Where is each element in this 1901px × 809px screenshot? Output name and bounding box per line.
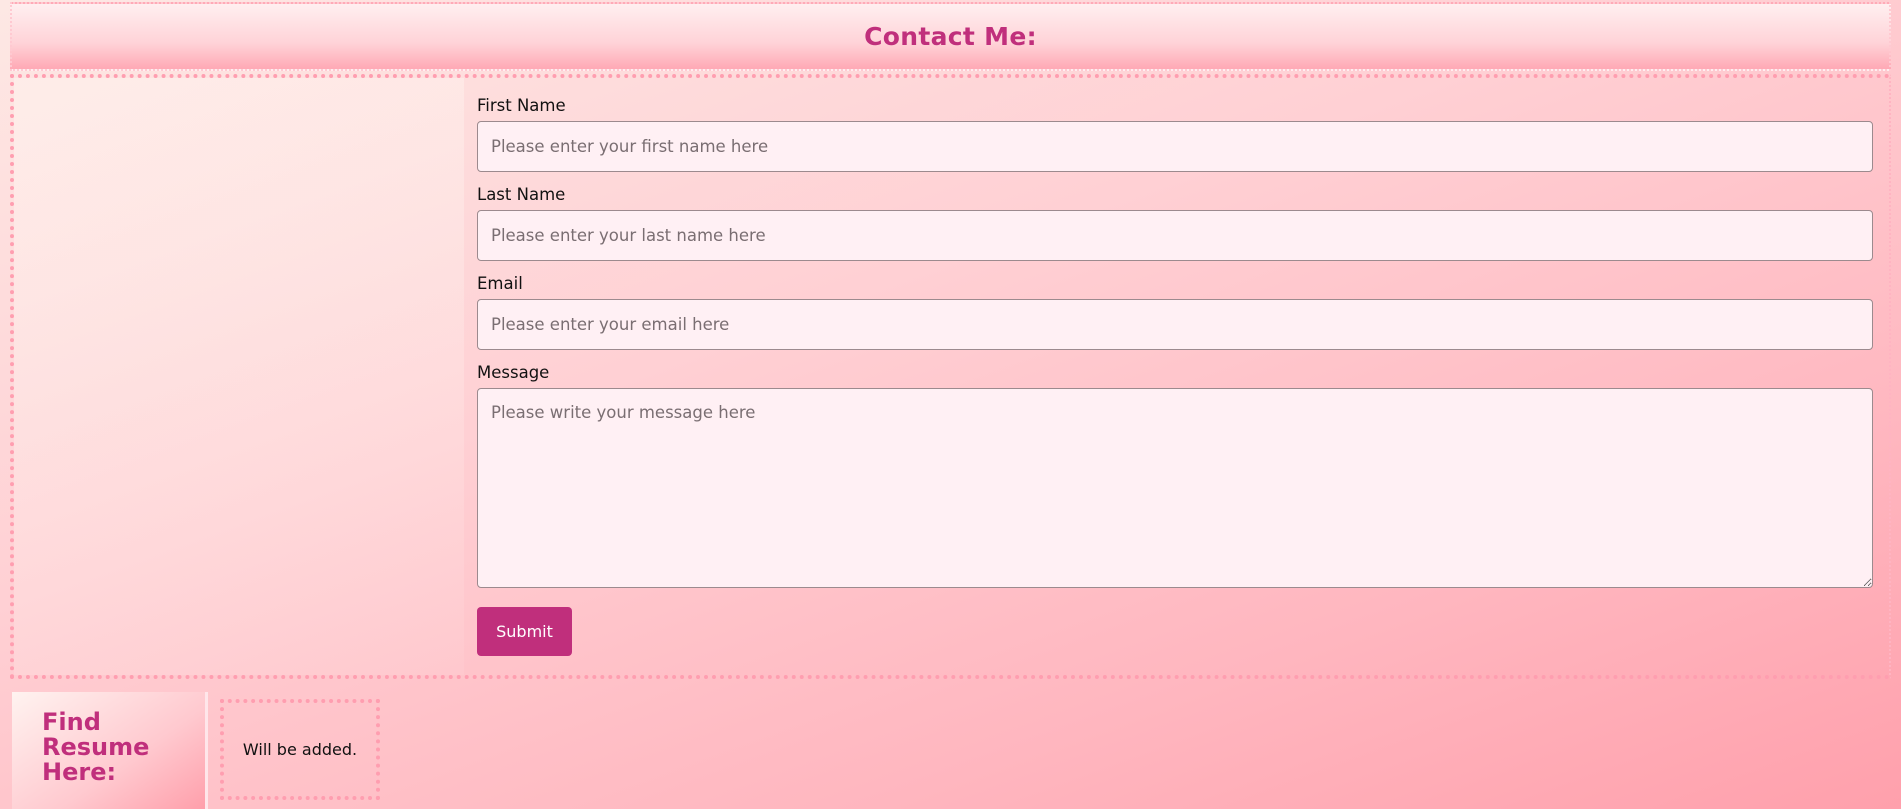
resume-content-box: Will be added. (220, 699, 380, 800)
email-label: Email (477, 274, 523, 293)
contact-form-panel: First Name Last Name Email Message Submi… (10, 74, 1891, 679)
first-name-group: First Name (477, 96, 1873, 172)
first-name-label: First Name (477, 96, 566, 115)
first-name-input[interactable] (477, 121, 1873, 172)
resume-text: Will be added. (242, 740, 358, 759)
email-group: Email (477, 274, 1873, 350)
submit-button[interactable]: Submit (477, 607, 572, 656)
email-input[interactable] (477, 299, 1873, 350)
last-name-input[interactable] (477, 210, 1873, 261)
message-textarea[interactable] (477, 388, 1873, 588)
side-panel (14, 78, 464, 675)
contact-form: First Name Last Name Email Message Submi… (477, 96, 1873, 656)
last-name-label: Last Name (477, 185, 566, 204)
last-name-group: Last Name (477, 185, 1873, 261)
resume-title-box: Find Resume Here: (12, 692, 208, 809)
page-title: Contact Me: (864, 22, 1037, 51)
contact-header: Contact Me: (10, 2, 1891, 71)
message-group: Message (477, 363, 1873, 588)
message-label: Message (477, 363, 550, 382)
resume-title: Find Resume Here: (42, 708, 150, 786)
